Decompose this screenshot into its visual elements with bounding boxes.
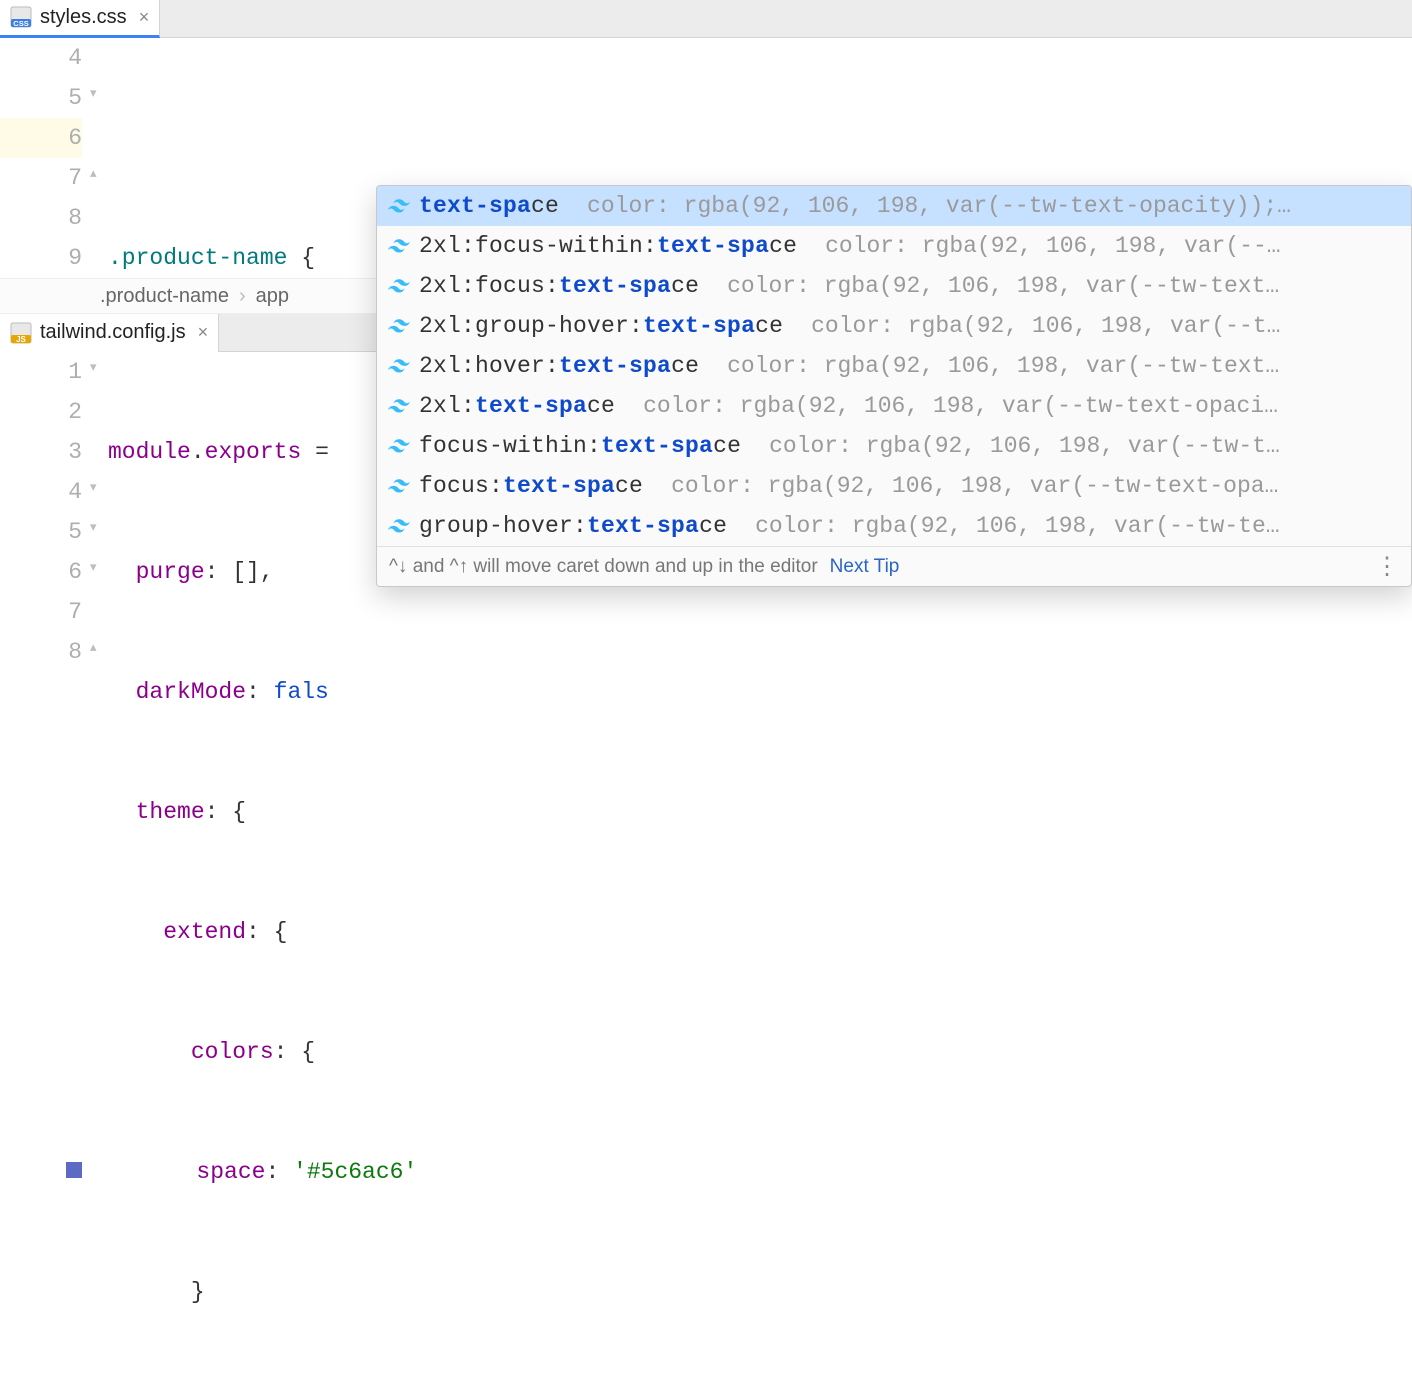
autocomplete-hint: color: rgba(92, 106, 198, var(--tw-text-…: [643, 393, 1401, 419]
autocomplete-item[interactable]: 2xl:focus-within:text-space color: rgba(9…: [377, 226, 1411, 266]
autocomplete-label: group-hover:text-space: [419, 513, 727, 539]
autocomplete-hint: color: rgba(92, 106, 198, var(--tw-te…: [755, 513, 1401, 539]
fold-close-icon[interactable]: ▴: [90, 166, 97, 181]
editor-tab-bar-top: CSS styles.css ×: [0, 0, 1412, 38]
svg-text:CSS: CSS: [13, 19, 28, 28]
autocomplete-label: 2xl:focus:text-space: [419, 273, 699, 299]
fold-open-icon[interactable]: ▾: [90, 360, 97, 375]
autocomplete-hint: color: rgba(92, 106, 198, var(--tw-text…: [727, 353, 1401, 379]
fold-open-icon[interactable]: ▾: [90, 520, 97, 535]
autocomplete-item[interactable]: focus-within:text-space color: rgba(92, 1…: [377, 426, 1411, 466]
fold-column: ▾ ▴: [90, 38, 108, 278]
tailwind-icon: [387, 199, 411, 213]
autocomplete-label: 2xl:hover:text-space: [419, 353, 699, 379]
tab-label: styles.css: [40, 6, 127, 29]
autocomplete-label: 2xl:focus-within:text-space: [419, 233, 797, 259]
autocomplete-label: 2xl:group-hover:text-space: [419, 313, 783, 339]
svg-text:JS: JS: [16, 335, 26, 344]
autocomplete-item[interactable]: 2xl:hover:text-space color: rgba(92, 106,…: [377, 346, 1411, 386]
fold-column: ▾ ▾ ▾ ▾ ▴: [90, 352, 108, 682]
autocomplete-hint: color: rgba(92, 106, 198, var(--t…: [811, 313, 1401, 339]
close-icon[interactable]: ×: [139, 7, 150, 28]
fold-close-icon[interactable]: ▴: [90, 640, 97, 655]
autocomplete-item[interactable]: 2xl:text-space color: rgba(92, 106, 198, …: [377, 386, 1411, 426]
footer-hint: ^↓ and ^↑ will move caret down and up in…: [389, 556, 818, 578]
fold-open-icon[interactable]: ▾: [90, 560, 97, 575]
autocomplete-footer: ^↓ and ^↑ will move caret down and up in…: [377, 546, 1411, 586]
autocomplete-item[interactable]: text-space color: rgba(92, 106, 198, var(…: [377, 186, 1411, 226]
tailwind-icon: [387, 239, 411, 253]
tailwind-icon: [387, 399, 411, 413]
gutter: 1 2 3 4 5 6 7 8: [0, 352, 90, 682]
autocomplete-hint: color: rgba(92, 106, 198, var(--tw-text…: [727, 273, 1401, 299]
autocomplete-item[interactable]: 2xl:group-hover:text-space color: rgba(92…: [377, 306, 1411, 346]
autocomplete-item[interactable]: focus:text-space color: rgba(92, 106, 198…: [377, 466, 1411, 506]
autocomplete-popup: text-space color: rgba(92, 106, 198, var(…: [376, 185, 1412, 587]
tailwind-icon: [387, 359, 411, 373]
autocomplete-hint: color: rgba(92, 106, 198, var(--tw-t…: [769, 433, 1401, 459]
more-icon[interactable]: ⋮: [1375, 552, 1399, 581]
autocomplete-label: text-space: [419, 193, 559, 219]
tailwind-icon: [387, 279, 411, 293]
tab-styles-css[interactable]: CSS styles.css ×: [0, 0, 160, 38]
css-file-icon: CSS: [10, 6, 32, 28]
autocomplete-label: 2xl:text-space: [419, 393, 615, 419]
autocomplete-label: focus-within:text-space: [419, 433, 741, 459]
autocomplete-item[interactable]: 2xl:focus:text-space color: rgba(92, 106,…: [377, 266, 1411, 306]
autocomplete-hint: color: rgba(92, 106, 198, var(--…: [825, 233, 1401, 259]
autocomplete-hint: color: rgba(92, 106, 198, var(--tw-text-…: [671, 473, 1401, 499]
autocomplete-label: focus:text-space: [419, 473, 643, 499]
gutter: 4 5 6 7 8 9: [0, 38, 90, 278]
tailwind-icon: [387, 439, 411, 453]
tailwind-icon: [387, 479, 411, 493]
fold-open-icon[interactable]: ▾: [90, 480, 97, 495]
autocomplete-hint: color: rgba(92, 106, 198, var(--tw-text-…: [587, 193, 1401, 219]
color-swatch: [66, 1162, 82, 1178]
tailwind-icon: [387, 519, 411, 533]
next-tip-link[interactable]: Next Tip: [830, 556, 900, 578]
js-file-icon: JS: [10, 322, 32, 344]
tailwind-icon: [387, 319, 411, 333]
autocomplete-item[interactable]: group-hover:text-space color: rgba(92, 10…: [377, 506, 1411, 546]
fold-open-icon[interactable]: ▾: [90, 86, 97, 101]
